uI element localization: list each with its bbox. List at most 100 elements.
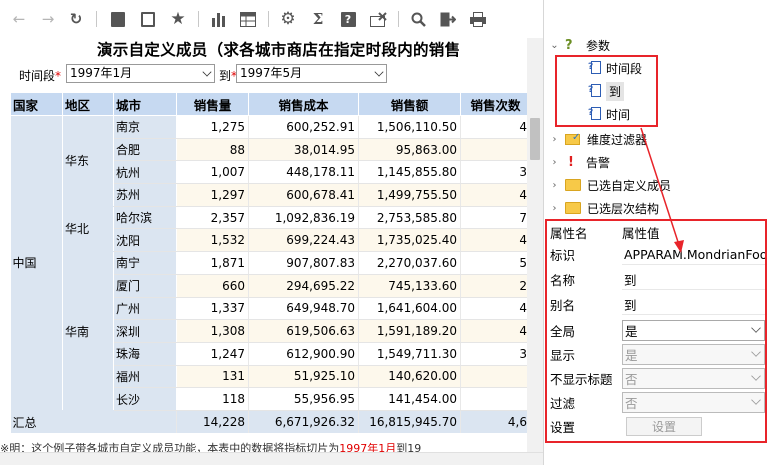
column-header[interactable]: 销售成本 [248,92,359,116]
table-icon[interactable] [238,9,258,29]
city-cell[interactable]: 南宁 [113,251,177,275]
column-header[interactable]: 地区 [62,92,114,116]
clear-filter-icon[interactable] [368,9,388,29]
city-cell[interactable]: 合肥 [113,138,177,162]
count-cell [460,365,527,389]
qty-cell: 1,275 [176,115,249,139]
chevron-right-icon[interactable]: › [550,134,559,145]
chevron-right-icon[interactable]: › [550,180,559,191]
city-cell[interactable]: 珠海 [113,342,177,366]
chevron-down-icon [202,67,212,77]
total-cost: 6,671,926.32 [248,410,359,434]
qty-cell: 88 [176,138,249,162]
city-cell[interactable]: 长沙 [113,387,177,411]
gear-icon[interactable]: ⚙ [278,9,298,29]
table-row: 华北 哈尔滨 2,357 1,092,836.19 2,753,585.80 7 [11,206,527,253]
help-icon[interactable]: ? [338,9,358,29]
sales-cell: 95,863.00 [358,138,461,162]
city-cell[interactable]: 福州 [113,365,177,389]
region-cell[interactable]: 华南 [62,251,114,411]
tree-node-params[interactable]: ⌄ ? 参数 [550,34,610,56]
cost-cell: 600,678.41 [248,183,359,207]
sigma-icon[interactable]: Σ [308,9,328,29]
region-cell[interactable]: 华北 [62,206,114,253]
count-cell: 4 [460,183,527,207]
qty-cell: 131 [176,365,249,389]
city-cell[interactable]: 广州 [113,297,177,321]
param-from-label: 时间段* [19,69,62,83]
region-cell[interactable]: 华东 [62,115,114,207]
total-label: 汇总 [10,410,177,434]
back-icon[interactable]: ← [9,9,29,29]
forward-icon[interactable]: → [38,9,58,29]
chevron-right-icon[interactable]: › [550,203,559,214]
country-cell[interactable]: 中国 [10,115,63,411]
column-header[interactable]: 国家 [10,92,63,116]
cost-cell: 699,224.43 [248,228,359,253]
total-sales: 16,815,945.70 [358,410,461,434]
city-cell[interactable]: 南京 [113,115,177,139]
param-to-select[interactable]: 1997年5月 [236,64,387,83]
print-icon[interactable] [468,9,488,29]
toolbar: ← → ↻ ★ ⚙ Σ ? [0,0,543,38]
save-as-icon[interactable] [138,9,158,29]
table-row: 中国 华东 南京 1,275 600,252.91 1,506,110.50 4 [10,115,527,411]
parameter-bar: 时间段* 1997年1月 到* 1997年5月 [0,64,527,86]
scroll-thumb[interactable] [530,118,540,160]
count-cell: 5 [460,251,527,275]
sales-cell: 745,133.60 [358,274,461,298]
city-cell[interactable]: 哈尔滨 [113,206,177,230]
cost-cell: 907,807.83 [248,251,359,275]
folder-icon [565,202,581,214]
tree-node-custom-members[interactable]: › 已选自定义成员 [550,174,672,196]
qty-cell: 1,871 [176,251,249,275]
column-header[interactable]: 城市 [113,92,177,116]
column-header[interactable]: 销售次数 [460,92,527,116]
highlight-box-props [545,219,767,443]
cost-cell: 600,252.91 [248,115,359,139]
chevron-down-icon [374,67,384,77]
city-cell[interactable]: 厦门 [113,274,177,298]
sales-cell: 1,506,110.50 [358,115,461,139]
count-cell: 2 [460,274,527,298]
city-cell[interactable]: 杭州 [113,160,177,185]
table-header-row: 国家 地区 城市 销售量 销售成本 销售额 销售次数 [10,92,527,116]
sales-cell: 140,620.00 [358,365,461,389]
favorite-star-icon[interactable]: ★ [168,9,188,29]
filter-icon: ✓ [565,132,581,146]
count-cell [460,387,527,411]
column-header[interactable]: 销售额 [358,92,461,116]
cost-cell: 448,178.11 [248,160,359,185]
tree-node-alert[interactable]: › ! 告警 [550,151,611,173]
search-icon[interactable] [408,9,428,29]
count-cell: 4 [460,297,527,321]
bar-chart-icon[interactable] [208,9,228,29]
table-row: 华南 南宁 1,871 907,807.83 2,270,037.60 5 [11,251,527,411]
vertical-scrollbar[interactable] [527,38,543,452]
qty-cell: 1,247 [176,342,249,366]
city-cell[interactable]: 沈阳 [113,228,177,253]
sales-cell: 1,641,604.00 [358,297,461,321]
horizontal-scrollbar[interactable] [0,452,543,465]
count-cell [460,138,527,162]
qty-cell: 1,297 [176,183,249,207]
city-cell[interactable]: 苏州 [113,183,177,207]
save-icon[interactable] [108,9,128,29]
tree-node-dim-filter[interactable]: › ✓ 维度过滤器 [550,128,648,150]
export-icon[interactable] [438,9,458,29]
sales-cell: 1,591,189.20 [358,319,461,343]
tree-node-hierarchy[interactable]: › 已选层次结构 [550,197,660,219]
folder-icon [565,179,581,191]
alert-icon: ! [568,154,574,170]
chevron-right-icon[interactable]: › [550,157,559,168]
column-header[interactable]: 销售量 [176,92,249,116]
refresh-icon[interactable]: ↻ [66,9,86,29]
param-from-select[interactable]: 1997年1月 [66,64,215,83]
chevron-down-icon[interactable]: ⌄ [550,40,559,51]
city-cell[interactable]: 深圳 [113,319,177,343]
sales-cell: 1,499,755.50 [358,183,461,207]
highlight-box-tree [555,55,658,127]
cost-cell: 51,925.10 [248,365,359,389]
count-cell: 3 [460,160,527,185]
count-cell: 3 [460,342,527,366]
